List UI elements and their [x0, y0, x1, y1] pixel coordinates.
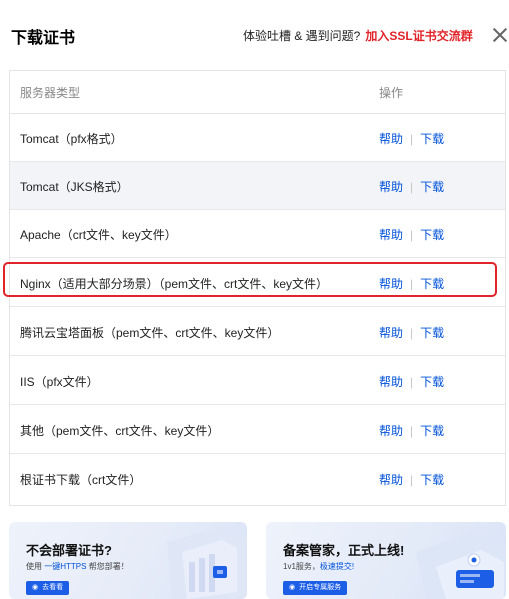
column-header-server-type: 服务器类型: [20, 86, 81, 100]
banner-subtitle: 使用 一键HTTPS 帮您部署！: [26, 562, 129, 571]
table-row: 根证书下载（crt文件） 帮助 | 下载: [10, 455, 505, 503]
row-actions: 帮助 | 下载: [379, 226, 444, 243]
separator: |: [410, 473, 414, 487]
row-actions: 帮助 | 下载: [379, 471, 444, 488]
location-pin-icon: ◉: [32, 584, 39, 591]
join-group-link[interactable]: 加入SSL证书交流群: [365, 29, 472, 43]
server-type-name: 根证书下载（crt文件）: [20, 473, 142, 487]
location-pin-icon: ◉: [289, 584, 296, 591]
separator: |: [410, 228, 414, 242]
dialog-title: 下载证书: [11, 30, 76, 47]
download-link[interactable]: 下载: [420, 473, 444, 487]
download-link[interactable]: 下载: [420, 375, 444, 389]
separator: |: [410, 132, 414, 146]
server-illustration-icon: [167, 527, 247, 599]
server-type-name: IIS（pfx文件）: [20, 375, 99, 389]
separator: |: [410, 375, 414, 389]
download-link[interactable]: 下载: [420, 424, 444, 438]
help-link[interactable]: 帮助: [379, 473, 403, 487]
help-link[interactable]: 帮助: [379, 228, 403, 242]
separator: |: [410, 277, 414, 291]
banner-title: 备案管家，正式上线!: [283, 543, 405, 558]
filing-illustration-icon: [416, 532, 506, 599]
help-link[interactable]: 帮助: [379, 277, 403, 291]
server-type-name: 腾讯云宝塔面板（pem文件、crt文件、key文件）: [20, 326, 280, 340]
table-row: Nginx（适用大部分场景）（pem文件、crt文件、key文件） 帮助 | 下载: [10, 259, 505, 307]
row-actions: 帮助 | 下载: [379, 422, 444, 439]
table-row: IIS（pfx文件） 帮助 | 下载: [10, 357, 505, 405]
table-row: Tomcat（pfx格式） 帮助 | 下载: [10, 114, 505, 162]
feedback-text: 体验吐槽 & 遇到问题?: [243, 29, 361, 43]
banner-title: 不会部署证书?: [26, 543, 112, 558]
row-actions: 帮助 | 下载: [379, 324, 444, 341]
help-link[interactable]: 帮助: [379, 375, 403, 389]
download-link[interactable]: 下载: [420, 277, 444, 291]
icp-filing-banner[interactable]: 备案管家，正式上线! 1v1服务，极速提交! ◉ 开启专属服务: [266, 522, 506, 599]
help-link[interactable]: 帮助: [379, 424, 403, 438]
fast-submit-link[interactable]: 极速提交!: [320, 562, 354, 571]
download-link[interactable]: 下载: [420, 132, 444, 146]
server-type-name: 其他（pem文件、crt文件、key文件）: [20, 424, 220, 438]
help-link[interactable]: 帮助: [379, 326, 403, 340]
table-row: 腾讯云宝塔面板（pem文件、crt文件、key文件） 帮助 | 下载: [10, 308, 505, 356]
row-actions: 帮助 | 下载: [379, 373, 444, 390]
help-link[interactable]: 帮助: [379, 180, 403, 194]
table-row: Apache（crt文件、key文件） 帮助 | 下载: [10, 210, 505, 258]
separator: |: [410, 326, 414, 340]
table-row: 其他（pem文件、crt文件、key文件） 帮助 | 下载: [10, 406, 505, 454]
deploy-cert-banner[interactable]: 不会部署证书? 使用 一键HTTPS 帮您部署！ ◉ 去看看: [9, 522, 247, 599]
server-type-name: Tomcat（pfx格式）: [20, 132, 123, 146]
row-actions: 帮助 | 下载: [379, 130, 444, 147]
help-link[interactable]: 帮助: [379, 132, 403, 146]
separator: |: [410, 180, 414, 194]
table-row: Tomcat（JKS格式） 帮助 | 下载: [10, 162, 505, 210]
server-type-name: Tomcat（JKS格式）: [20, 180, 129, 194]
row-actions: 帮助 | 下载: [379, 275, 444, 292]
server-type-table: 服务器类型 操作 Tomcat（pfx格式） 帮助 | 下载 Tomcat（JKS格…: [9, 70, 506, 506]
row-actions: 帮助 | 下载: [379, 178, 444, 195]
one-click-https-link[interactable]: 一键HTTPS: [44, 562, 86, 571]
server-type-name: Nginx（适用大部分场景）（pem文件、crt文件、key文件）: [20, 277, 329, 291]
banner-subtitle: 1v1服务，极速提交!: [283, 562, 355, 571]
download-link[interactable]: 下载: [420, 228, 444, 242]
server-type-name: Apache（crt文件、key文件）: [20, 228, 177, 242]
dialog-header: 下载证书 体验吐槽 & 遇到问题? 加入SSL证书交流群: [0, 0, 509, 70]
feedback-bar: 体验吐槽 & 遇到问题? 加入SSL证书交流群: [243, 27, 473, 44]
close-icon[interactable]: [492, 27, 508, 43]
download-link[interactable]: 下载: [420, 180, 444, 194]
go-see-button[interactable]: ◉ 去看看: [26, 581, 70, 595]
separator: |: [410, 424, 414, 438]
column-header-operations: 操作: [379, 86, 404, 100]
download-link[interactable]: 下载: [420, 326, 444, 340]
start-service-button[interactable]: ◉ 开启专属服务: [283, 581, 348, 595]
table-header: 服务器类型 操作: [10, 71, 505, 114]
